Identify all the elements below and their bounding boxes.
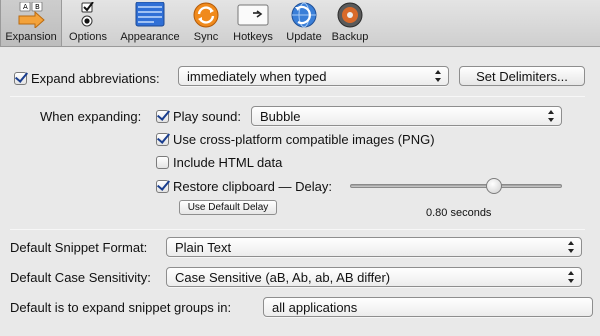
toolbar-sync-label: Sync xyxy=(193,31,219,43)
delay-slider-track[interactable] xyxy=(350,184,562,188)
cross-platform-row: Use cross-platform compatible images (PN… xyxy=(156,129,435,149)
snippet-format-value: Plain Text xyxy=(175,239,232,255)
expand-groups-label-row: Default is to expand snippet groups in: xyxy=(10,297,231,317)
use-default-delay-label: Use Default Delay xyxy=(187,202,269,213)
toolbar-sync[interactable]: Sync xyxy=(186,0,226,46)
preferences-toolbar: A B Expansion Options Appearance Sync Ho… xyxy=(0,0,600,47)
snippet-format-label-row: Default Snippet Format: xyxy=(10,237,147,257)
expansion-keys-icon: A B xyxy=(15,1,47,30)
delay-value: 0.80 seconds xyxy=(426,207,492,219)
toolbar-hotkeys-label: Hotkeys xyxy=(233,31,273,43)
sync-icon xyxy=(190,2,222,28)
play-sound-checkbox[interactable] xyxy=(156,109,169,123)
snippet-format-popup[interactable]: Plain Text xyxy=(166,237,582,257)
toolbar-update[interactable]: Update xyxy=(281,0,327,46)
toolbar-backup[interactable]: Backup xyxy=(328,0,372,46)
include-html-label: Include HTML data xyxy=(173,154,283,170)
svg-text:A: A xyxy=(23,3,28,11)
case-sensitivity-label-row: Default Case Sensitivity: xyxy=(10,267,151,287)
play-sound-row: Play sound: xyxy=(156,106,241,126)
sound-value: Bubble xyxy=(260,108,301,124)
cross-platform-checkbox[interactable] xyxy=(156,132,169,146)
include-html-row: Include HTML data xyxy=(156,152,282,172)
hotkeys-keyboard-icon xyxy=(237,2,269,28)
expansion-pane: Expand abbreviations: immediately when t… xyxy=(0,48,600,336)
update-globe-icon xyxy=(288,2,320,28)
case-sensitivity-popup[interactable]: Case Sensitive (aB, Ab, ab, AB differ) xyxy=(166,267,582,287)
popup-arrows-icon xyxy=(548,110,555,122)
use-default-delay-button[interactable]: Use Default Delay xyxy=(179,200,277,215)
delay-slider-knob[interactable] xyxy=(486,178,503,194)
toolbar-update-label: Update xyxy=(286,31,322,43)
restore-clipboard-row: Restore clipboard — Delay: xyxy=(156,176,332,196)
options-checkbox-radio-icon xyxy=(72,1,104,28)
expand-groups-popup[interactable]: all applications xyxy=(263,297,593,317)
popup-arrows-icon xyxy=(568,241,575,253)
sound-popup[interactable]: Bubble xyxy=(251,106,562,126)
expand-groups-label: Default is to expand snippet groups in: xyxy=(10,299,232,315)
toolbar-expansion[interactable]: A B Expansion xyxy=(0,0,62,46)
expansion-mode-popup[interactable]: immediately when typed xyxy=(178,66,449,86)
when-expanding-label-row: When expanding: xyxy=(40,106,141,126)
svg-text:B: B xyxy=(35,3,40,11)
delay-value-row: 0.80 seconds xyxy=(426,206,491,220)
toolbar-expansion-label: Expansion xyxy=(5,31,57,43)
set-delimiters-label: Set Delimiters... xyxy=(476,68,568,84)
case-sensitivity-value: Case Sensitive (aB, Ab, ab, AB differ) xyxy=(175,269,391,285)
toolbar-hotkeys[interactable]: Hotkeys xyxy=(228,0,278,46)
restore-clipboard-checkbox[interactable] xyxy=(156,179,169,193)
popup-arrows-icon xyxy=(435,70,442,82)
cross-platform-label: Use cross-platform compatible images (PN… xyxy=(173,131,435,147)
toolbar-options-label: Options xyxy=(69,31,107,43)
when-expanding-label: When expanding: xyxy=(40,108,142,124)
toolbar-appearance[interactable]: Appearance xyxy=(115,0,185,46)
play-sound-label: Play sound: xyxy=(173,108,241,124)
expand-abbreviations-label: Expand abbreviations: xyxy=(31,70,160,86)
expansion-mode-value: immediately when typed xyxy=(187,68,327,84)
expand-abbreviations-checkbox[interactable] xyxy=(14,71,27,85)
include-html-checkbox[interactable] xyxy=(156,155,169,169)
expand-abbreviations-row: Expand abbreviations: xyxy=(14,68,160,88)
backup-disk-icon xyxy=(334,2,366,28)
separator xyxy=(10,229,585,230)
toolbar-backup-label: Backup xyxy=(331,31,369,43)
expand-groups-value: all applications xyxy=(272,299,358,315)
toolbar-options[interactable]: Options xyxy=(63,0,113,46)
restore-clipboard-label: Restore clipboard — Delay: xyxy=(173,178,332,194)
set-delimiters-button[interactable]: Set Delimiters... xyxy=(459,66,585,86)
case-sensitivity-label: Default Case Sensitivity: xyxy=(10,269,151,285)
popup-arrows-icon xyxy=(568,271,575,283)
appearance-window-icon xyxy=(134,1,166,28)
toolbar-appearance-label: Appearance xyxy=(120,31,180,43)
separator xyxy=(10,96,585,97)
snippet-format-label: Default Snippet Format: xyxy=(10,239,148,255)
